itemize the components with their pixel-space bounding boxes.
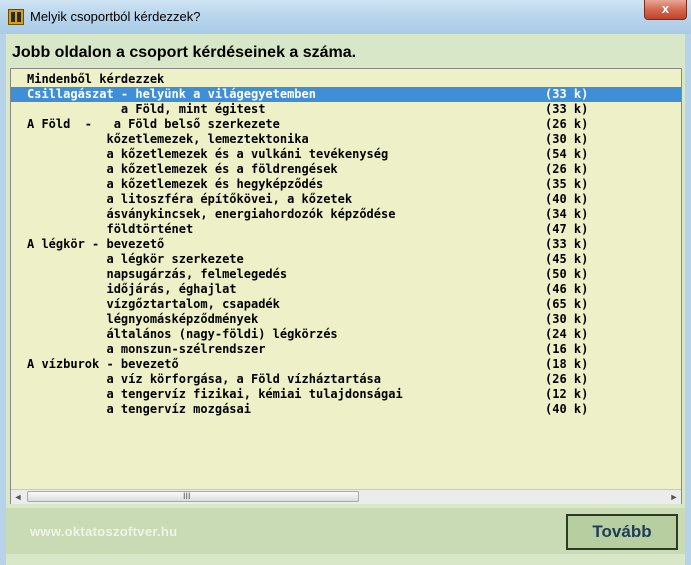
list-item-count: (30 k) [545,312,589,326]
list-item-count: (33 k) [545,102,589,116]
list-item-label: a kőzetlemezek és a vulkáni tevékenység [27,147,389,161]
close-button[interactable]: x [644,0,687,20]
scroll-left-arrow-icon[interactable]: ◄ [11,490,25,504]
window-frame-right [685,34,691,565]
list-item-count: (16 k) [545,342,589,356]
list-item-count: (18 k) [545,357,589,371]
list-item[interactable]: a tengervíz fizikai, kémiai tulajdonsága… [11,387,681,402]
window-title: Melyik csoportból kérdezzek? [30,9,201,24]
scroll-right-arrow-icon[interactable]: ► [667,490,681,504]
list-item[interactable]: a kőzetlemezek és a vulkáni tevékenység (… [11,147,681,162]
list-item-count: (54 k) [545,147,589,161]
list-item-label: általános (nagy-földi) légkörzés [27,327,338,341]
list-item[interactable]: Csillagászat - helyünk a világegyetemben… [11,87,681,102]
list-item-label: a Föld, mint égitest [27,102,266,116]
list-item-count: (47 k) [545,222,589,236]
list-item-count: (26 k) [545,372,589,386]
horizontal-scrollbar[interactable]: ◄ III ► [11,489,681,504]
list-item-count: (35 k) [545,177,589,191]
list-item-label: A légkör - bevezető [27,237,165,251]
app-icon [8,9,24,25]
list-item-count: (30 k) [545,132,589,146]
list-item-label: földtörténet [27,222,194,236]
instruction-heading: Jobb oldalon a csoport kérdéseinek a szá… [12,44,357,61]
list-item[interactable]: időjárás, éghajlat (46 k) [11,282,681,297]
bottom-margin [6,554,685,565]
list-item-label: a kőzetlemezek és a földrengések [27,162,338,176]
list-item[interactable]: a kőzetlemezek és a földrengések (26 k) [11,162,681,177]
client-area: Jobb oldalon a csoport kérdéseinek a szá… [6,34,685,565]
list-item-label: időjárás, éghajlat [27,282,237,296]
list-item-label: ásványkincsek, energiahordozók képződése [27,207,396,221]
list-item[interactable]: ásványkincsek, energiahordozók képződése… [11,207,681,222]
list-item-label: a kőzetlemezek és hegyképződés [27,177,324,191]
list-item[interactable]: vízgőztartalom, csapadék (65 k) [11,297,681,312]
list-item[interactable]: légnyomásképződmények (30 k) [11,312,681,327]
topic-list: Mindenből kérdezzek Csillagászat - helyün… [11,72,681,417]
list-item-count: (46 k) [545,282,589,296]
list-item-count: (45 k) [545,252,589,266]
list-item-count: (26 k) [545,117,589,131]
list-item-count: (24 k) [545,327,589,341]
list-item-label: a tengervíz fizikai, kémiai tulajdonsága… [27,387,403,401]
list-item-label: a monszun-szélrendszer [27,342,266,356]
list-item-label: kőzetlemezek, lemeztektonika [27,132,309,146]
list-item-label: légnyomásképződmények [27,312,259,326]
list-item[interactable]: földtörténet (47 k) [11,222,681,237]
list-item-label: napsugárzás, felmelegedés [27,267,288,281]
next-button[interactable]: Tovább [566,514,678,550]
list-item[interactable]: általános (nagy-földi) légkörzés (24 k) [11,327,681,342]
list-item[interactable]: A vízburok - bevezető (18 k) [11,357,681,372]
dialog-window: Melyik csoportból kérdezzek? x Jobb olda… [0,0,691,565]
list-item-label: a litoszféra építőkövei, a kőzetek [27,192,353,206]
list-item-label: Csillagászat - helyünk a világegyetemben [27,87,316,101]
list-item[interactable]: a légkör szerkezete (45 k) [11,252,681,267]
list-item-count: (40 k) [545,192,589,206]
list-item[interactable]: Mindenből kérdezzek [11,72,681,87]
list-item-label: a tengervíz mozgásai [27,402,251,416]
list-item-count: (26 k) [545,162,589,176]
list-item-count: (65 k) [545,297,589,311]
list-item[interactable]: a litoszféra építőkövei, a kőzetek (40 k) [11,192,681,207]
list-item-count: (40 k) [545,402,589,416]
list-item[interactable]: kőzetlemezek, lemeztektonika (30 k) [11,132,681,147]
list-item-label: Mindenből kérdezzek [27,72,165,86]
website-link[interactable]: www.oktatoszoftver.hu [30,524,177,539]
list-item[interactable]: a tengervíz mozgásai (40 k) [11,402,681,417]
list-item-count: (33 k) [545,87,589,101]
list-item-count: (34 k) [545,207,589,221]
list-item-label: vízgőztartalom, csapadék [27,297,280,311]
list-item-label: A Föld - a Föld belső szerkezete [27,117,280,131]
list-item-label: a víz körforgása, a Föld vízháztartása [27,372,382,386]
list-item[interactable]: a víz körforgása, a Föld vízháztartása (2… [11,372,681,387]
scrollbar-grip-icon: III [183,491,191,501]
list-item-count: (33 k) [545,237,589,251]
list-item[interactable]: a kőzetlemezek és hegyképződés (35 k) [11,177,681,192]
list-item[interactable]: a Föld, mint égitest (33 k) [11,102,681,117]
scrollbar-thumb[interactable]: III [27,491,359,502]
list-item-count: (50 k) [545,267,589,281]
title-bar[interactable]: Melyik csoportból kérdezzek? x [0,0,691,34]
list-item[interactable]: A Föld - a Föld belső szerkezete (26 k) [11,117,681,132]
list-item[interactable]: napsugárzás, felmelegedés (50 k) [11,267,681,282]
list-item-label: A vízburok - bevezető [27,357,179,371]
footer-bar: www.oktatoszoftver.hu Tovább [6,508,685,554]
list-item-label: a légkör szerkezete [27,252,244,266]
list-item[interactable]: a monszun-szélrendszer (16 k) [11,342,681,357]
topic-listbox[interactable]: Mindenből kérdezzek Csillagászat - helyün… [10,68,682,504]
list-item-count: (12 k) [545,387,589,401]
list-item[interactable]: A légkör - bevezető (33 k) [11,237,681,252]
